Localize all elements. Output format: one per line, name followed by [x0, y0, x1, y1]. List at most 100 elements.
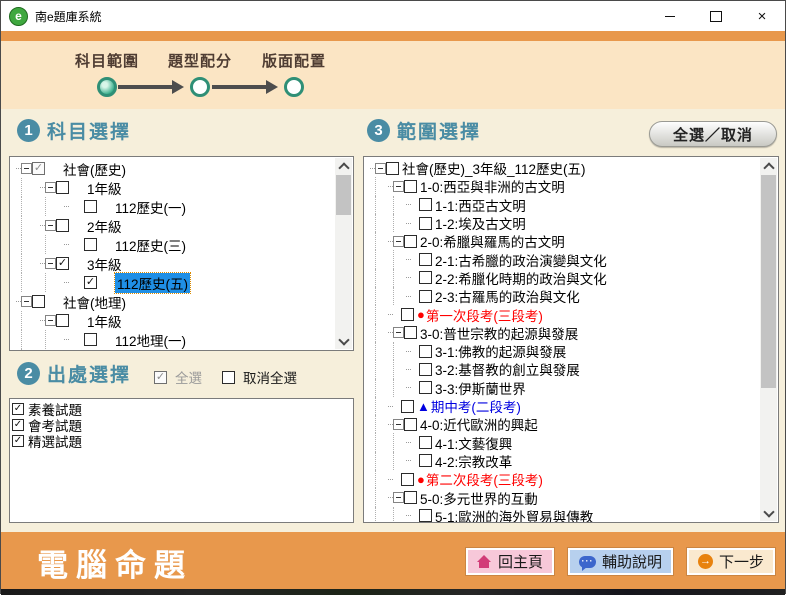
expander-icon[interactable]	[45, 315, 56, 326]
tree-node-label[interactable]: 第一次段考(三段考)	[426, 305, 543, 325]
tree-node-label[interactable]: 第二次段考(三段考)	[426, 469, 543, 489]
checkbox[interactable]	[401, 400, 414, 413]
help-button[interactable]: ···輔助說明	[568, 548, 673, 575]
tree-node-label[interactable]: 1-1:西亞古文明	[435, 195, 526, 215]
deselect-all-checkbox[interactable]	[222, 371, 235, 384]
scroll-down-button[interactable]	[335, 333, 352, 349]
expander-icon[interactable]	[393, 492, 404, 503]
home-button[interactable]: 回主頁	[466, 548, 554, 575]
checkbox[interactable]	[419, 217, 432, 230]
expander-icon[interactable]	[21, 296, 32, 307]
checkbox[interactable]: ✓	[84, 276, 97, 289]
tree-node-label[interactable]: 2-0:希臘與羅馬的古文明	[420, 231, 565, 251]
range-tree-scrollbar[interactable]	[760, 158, 777, 521]
expander-icon[interactable]	[375, 163, 386, 174]
checkbox[interactable]	[56, 181, 69, 194]
tree-node-label[interactable]: 4-0:近代歐洲的興起	[420, 414, 538, 434]
select-toggle-button[interactable]: 全選／取消	[649, 121, 777, 147]
tree-row: 社會(地理)	[12, 292, 335, 311]
next-step-button[interactable]: →下一步	[687, 548, 775, 575]
tree-node-label[interactable]: 2-1:古希臘的政治演變與文化	[435, 250, 607, 270]
checkbox[interactable]	[84, 333, 97, 346]
tree-node-label[interactable]: 期中考(二段考)	[431, 396, 521, 416]
scroll-down-button[interactable]	[760, 505, 777, 521]
checkbox[interactable]	[419, 253, 432, 266]
expander-icon[interactable]	[393, 181, 404, 192]
expander-icon[interactable]	[393, 236, 404, 247]
tree-node-label[interactable]: 2年級	[87, 216, 122, 236]
checkbox[interactable]: ✓	[56, 257, 69, 270]
tree-node-label[interactable]: 2-2:希臘化時期的政治與文化	[435, 268, 607, 288]
checkbox[interactable]: ✓	[32, 162, 45, 175]
expander-icon[interactable]	[45, 182, 56, 193]
expander-icon[interactable]	[393, 419, 404, 430]
tree-node-label[interactable]: 5-1:歐洲的海外貿易與傳教	[435, 506, 593, 522]
tree-node-label[interactable]: 4-1:文藝復興	[435, 433, 512, 453]
checkbox[interactable]	[56, 219, 69, 232]
scrollbar-thumb[interactable]	[336, 175, 351, 215]
expander-icon[interactable]	[45, 258, 56, 269]
scrollbar-thumb[interactable]	[761, 175, 776, 388]
tree-node-label[interactable]: 112歷史(五)	[115, 273, 190, 293]
checkbox[interactable]	[419, 363, 432, 376]
tree-node-label[interactable]: 社會(地理)	[63, 292, 126, 312]
checkbox[interactable]	[404, 235, 417, 248]
tree-node-label[interactable]: 社會(歷史)_3年級_112歷史(五)	[402, 159, 586, 178]
tree-node-label[interactable]: 社會(歷史)	[63, 159, 126, 179]
source-list-item[interactable]: ✓精選試題	[12, 433, 351, 449]
checkbox[interactable]	[404, 418, 417, 431]
expander-icon[interactable]	[393, 327, 404, 338]
subject-tree-scrollbar[interactable]	[335, 158, 352, 349]
maximize-button[interactable]	[693, 1, 739, 31]
checkbox[interactable]	[401, 308, 414, 321]
tree-node-label[interactable]: 5-0:多元世界的互動	[420, 488, 538, 508]
checkbox[interactable]	[404, 491, 417, 504]
tree-node-label[interactable]: 3-1:佛教的起源與發展	[435, 341, 566, 361]
select-all-option[interactable]: ✓ 全選	[154, 367, 202, 387]
checkbox[interactable]	[84, 200, 97, 213]
tree-node-label[interactable]: 3-3:伊斯蘭世界	[435, 378, 526, 398]
tree-node-label[interactable]: 3年級	[87, 254, 122, 274]
minimize-button[interactable]	[647, 1, 693, 31]
checkbox[interactable]	[419, 198, 432, 211]
scroll-up-button[interactable]	[335, 158, 352, 174]
tree-node-label[interactable]: 112歷史(三)	[115, 235, 186, 255]
tree-node-label[interactable]: 3-2:基督教的創立與發展	[435, 359, 580, 379]
checkbox[interactable]	[404, 180, 417, 193]
checkbox[interactable]	[419, 509, 432, 522]
checkbox[interactable]	[32, 295, 45, 308]
tree-guide-line	[375, 196, 376, 214]
tree-node-label[interactable]: 112地理(一)	[115, 330, 186, 350]
tree-node-label[interactable]: 112歷史(一)	[115, 197, 186, 217]
checkbox[interactable]	[56, 314, 69, 327]
checkbox[interactable]	[386, 162, 399, 175]
checkbox[interactable]	[419, 381, 432, 394]
checkbox[interactable]: ✓	[12, 403, 24, 415]
expander-icon[interactable]	[21, 163, 32, 174]
checkbox[interactable]	[419, 345, 432, 358]
maximize-icon	[710, 11, 722, 22]
scroll-up-button[interactable]	[760, 158, 777, 174]
checkbox[interactable]	[419, 290, 432, 303]
checkbox[interactable]: ✓	[12, 419, 24, 431]
select-all-checkbox[interactable]: ✓	[154, 371, 167, 384]
tree-node-label[interactable]: 1-2:埃及古文明	[435, 213, 526, 233]
checkbox[interactable]	[419, 271, 432, 284]
tree-node-label[interactable]: 2-3:古羅馬的政治與文化	[435, 286, 580, 306]
tree-row: 3-1:佛教的起源與發展	[366, 342, 760, 360]
tree-node-label[interactable]: 2年級	[87, 349, 122, 351]
checkbox[interactable]	[404, 326, 417, 339]
checkbox[interactable]	[84, 238, 97, 251]
close-button[interactable]: ×	[739, 1, 785, 31]
tree-node-label[interactable]: 1-0:西亞與非洲的古文明	[420, 176, 565, 196]
tree-node-label[interactable]: 4-2:宗教改革	[435, 451, 512, 471]
tree-node-label[interactable]: 1年級	[87, 178, 122, 198]
checkbox[interactable]	[419, 436, 432, 449]
checkbox[interactable]	[419, 454, 432, 467]
expander-icon[interactable]	[45, 220, 56, 231]
checkbox[interactable]	[401, 473, 414, 486]
tree-node-label[interactable]: 1年級	[87, 311, 122, 331]
checkbox[interactable]: ✓	[12, 435, 24, 447]
tree-node-label[interactable]: 3-0:普世宗教的起源與發展	[420, 323, 578, 343]
deselect-all-option[interactable]: 取消全選	[222, 367, 297, 387]
